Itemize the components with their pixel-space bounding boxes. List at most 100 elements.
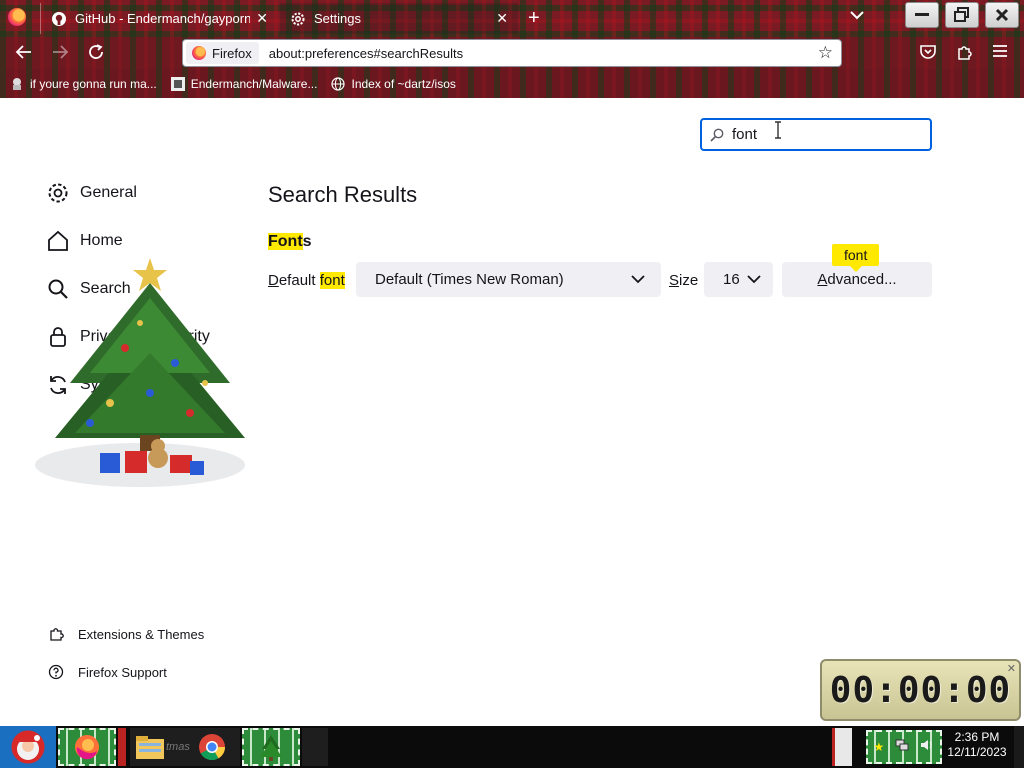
bookmark-item[interactable]: Endermanch/Malware... bbox=[170, 76, 318, 91]
font-size-label: Size bbox=[669, 272, 698, 289]
tab-title: GitHub - Endermanch/gaypornar... bbox=[75, 11, 251, 26]
bookmarks-toolbar: if youre gonna run ma... Endermanch/Malw… bbox=[0, 69, 1024, 98]
firefox-icon bbox=[192, 46, 206, 60]
default-font-select[interactable]: Default (Times New Roman) bbox=[356, 262, 661, 297]
close-tab-icon[interactable]: ✕ bbox=[496, 10, 508, 27]
search-tooltip-badge: font bbox=[832, 244, 880, 272]
label-text: efault bbox=[278, 272, 320, 289]
help-icon bbox=[48, 664, 64, 680]
font-size-select[interactable]: 16 bbox=[704, 262, 773, 297]
github-icon bbox=[51, 11, 67, 27]
tray-star-icon[interactable]: ★ bbox=[874, 740, 885, 754]
address-bar[interactable]: Firefox about:preferences#searchResults … bbox=[182, 39, 842, 67]
label-text: ize bbox=[679, 272, 699, 289]
list-all-tabs-icon[interactable] bbox=[850, 7, 864, 23]
footer-link-label: Firefox Support bbox=[78, 664, 167, 680]
taskbar-mini-button[interactable] bbox=[832, 728, 852, 766]
forward-icon[interactable] bbox=[50, 43, 70, 66]
clock-date: 12/11/2023 bbox=[947, 745, 1007, 759]
tab-github[interactable]: GitHub - Endermanch/gaypornar... ✕ bbox=[40, 3, 278, 34]
taskbar-chrome-button[interactable] bbox=[192, 728, 232, 766]
bookmark-item[interactable]: Index of ~dartz/isos bbox=[331, 76, 456, 91]
chevron-down-icon bbox=[747, 275, 761, 284]
identity-box[interactable]: Firefox bbox=[186, 42, 259, 64]
sidebar-item-label: General bbox=[80, 184, 137, 201]
sidebar-item-label: Home bbox=[80, 232, 123, 249]
chevron-down-icon bbox=[631, 275, 645, 284]
santa-start-icon bbox=[17, 735, 40, 760]
firefox-icon bbox=[75, 735, 99, 760]
heading-text: s bbox=[302, 233, 312, 250]
search-icon bbox=[710, 128, 726, 142]
close-icon[interactable]: ✕ bbox=[1007, 662, 1016, 675]
text-cursor-icon bbox=[775, 121, 781, 139]
identity-label: Firefox bbox=[212, 45, 252, 61]
bookmark-item[interactable]: if youre gonna run ma... bbox=[10, 77, 157, 91]
bookmark-favicon-icon bbox=[10, 77, 24, 91]
taskbar-xmas-tree-button[interactable] bbox=[242, 728, 300, 766]
search-highlight: Font bbox=[268, 233, 303, 250]
new-tab-icon[interactable]: + bbox=[528, 7, 540, 30]
taskbar-button[interactable] bbox=[302, 728, 328, 766]
accesskey-letter: S bbox=[669, 272, 680, 289]
close-tab-icon[interactable]: ✕ bbox=[256, 10, 268, 27]
extensions-icon[interactable] bbox=[954, 43, 974, 66]
globe-icon bbox=[331, 76, 346, 91]
network-icon[interactable] bbox=[895, 738, 909, 757]
taskbar-separator bbox=[118, 728, 126, 766]
volume-icon[interactable] bbox=[920, 738, 934, 757]
bookmark-label: if youre gonna run ma... bbox=[30, 76, 157, 91]
puzzle-icon bbox=[48, 626, 64, 642]
page-title: Search Results bbox=[268, 182, 418, 207]
firefox-support-link[interactable]: Firefox Support bbox=[48, 664, 167, 680]
hamburger-menu-icon[interactable] bbox=[990, 43, 1010, 63]
tab-title: Settings bbox=[314, 11, 361, 26]
button-label: dvanced... bbox=[827, 271, 897, 288]
pocket-icon[interactable] bbox=[918, 43, 938, 66]
navigation-toolbar: Firefox about:preferences#searchResults … bbox=[0, 37, 1024, 69]
taskbar-clock[interactable]: 2:36 PM 12/11/2023 bbox=[944, 730, 1010, 760]
fonts-section-heading: Fonts bbox=[268, 233, 312, 251]
taskbar-firefox-button[interactable] bbox=[58, 728, 116, 766]
footer-link-label: Extensions & Themes bbox=[78, 626, 205, 642]
start-button[interactable] bbox=[0, 726, 56, 768]
accesskey-letter: A bbox=[817, 271, 828, 288]
show-desktop-button[interactable] bbox=[1014, 726, 1024, 768]
url-text[interactable]: about:preferences#searchResults bbox=[269, 46, 818, 61]
reload-icon[interactable] bbox=[86, 43, 106, 66]
tree-icon bbox=[260, 735, 282, 761]
minimize-button[interactable] bbox=[905, 2, 939, 28]
preferences-page: General Home Search Privacy & Security S… bbox=[0, 98, 1024, 726]
default-font-value: Default (Times New Roman) bbox=[375, 271, 564, 288]
bookmark-label: Index of ~dartz/isos bbox=[351, 76, 456, 91]
title-bar: GitHub - Endermanch/gaypornar... ✕ Setti… bbox=[0, 0, 1024, 37]
font-size-value: 16 bbox=[723, 271, 740, 288]
folder-icon bbox=[136, 736, 164, 759]
taskbar: tmas ★ 2:36 PM 12/11/2023 bbox=[0, 726, 1024, 768]
firefox-menu-icon[interactable] bbox=[8, 8, 26, 26]
sidebar-item-general[interactable]: General bbox=[46, 181, 137, 205]
taskbar-ghost-label: tmas bbox=[166, 741, 190, 753]
extensions-themes-link[interactable]: Extensions & Themes bbox=[48, 626, 204, 642]
countdown-timer-widget[interactable]: 00:00:00 ✕ bbox=[820, 659, 1021, 721]
tab-settings[interactable]: Settings ✕ bbox=[280, 3, 518, 34]
search-input[interactable] bbox=[730, 125, 914, 144]
home-icon bbox=[46, 229, 70, 253]
restore-button[interactable] bbox=[945, 2, 979, 28]
accesskey-letter: D bbox=[268, 272, 279, 289]
search-highlight: font bbox=[319, 272, 345, 289]
countdown-digits: 00:00:00 bbox=[829, 669, 1012, 711]
christmas-tree-overlay bbox=[35, 258, 245, 487]
clock-time: 2:36 PM bbox=[954, 730, 1000, 744]
back-icon[interactable] bbox=[14, 43, 34, 66]
system-tray: ★ bbox=[866, 730, 942, 764]
chrome-icon bbox=[199, 734, 226, 761]
gear-icon bbox=[290, 11, 306, 27]
close-window-button[interactable] bbox=[985, 2, 1019, 28]
bookmark-label: Endermanch/Malware... bbox=[190, 76, 318, 91]
bookmark-star-icon[interactable]: ☆ bbox=[818, 43, 833, 63]
preferences-search-box[interactable] bbox=[700, 118, 932, 151]
gear-icon bbox=[46, 181, 70, 205]
github-icon bbox=[170, 76, 185, 91]
sidebar-item-home[interactable]: Home bbox=[46, 229, 123, 253]
